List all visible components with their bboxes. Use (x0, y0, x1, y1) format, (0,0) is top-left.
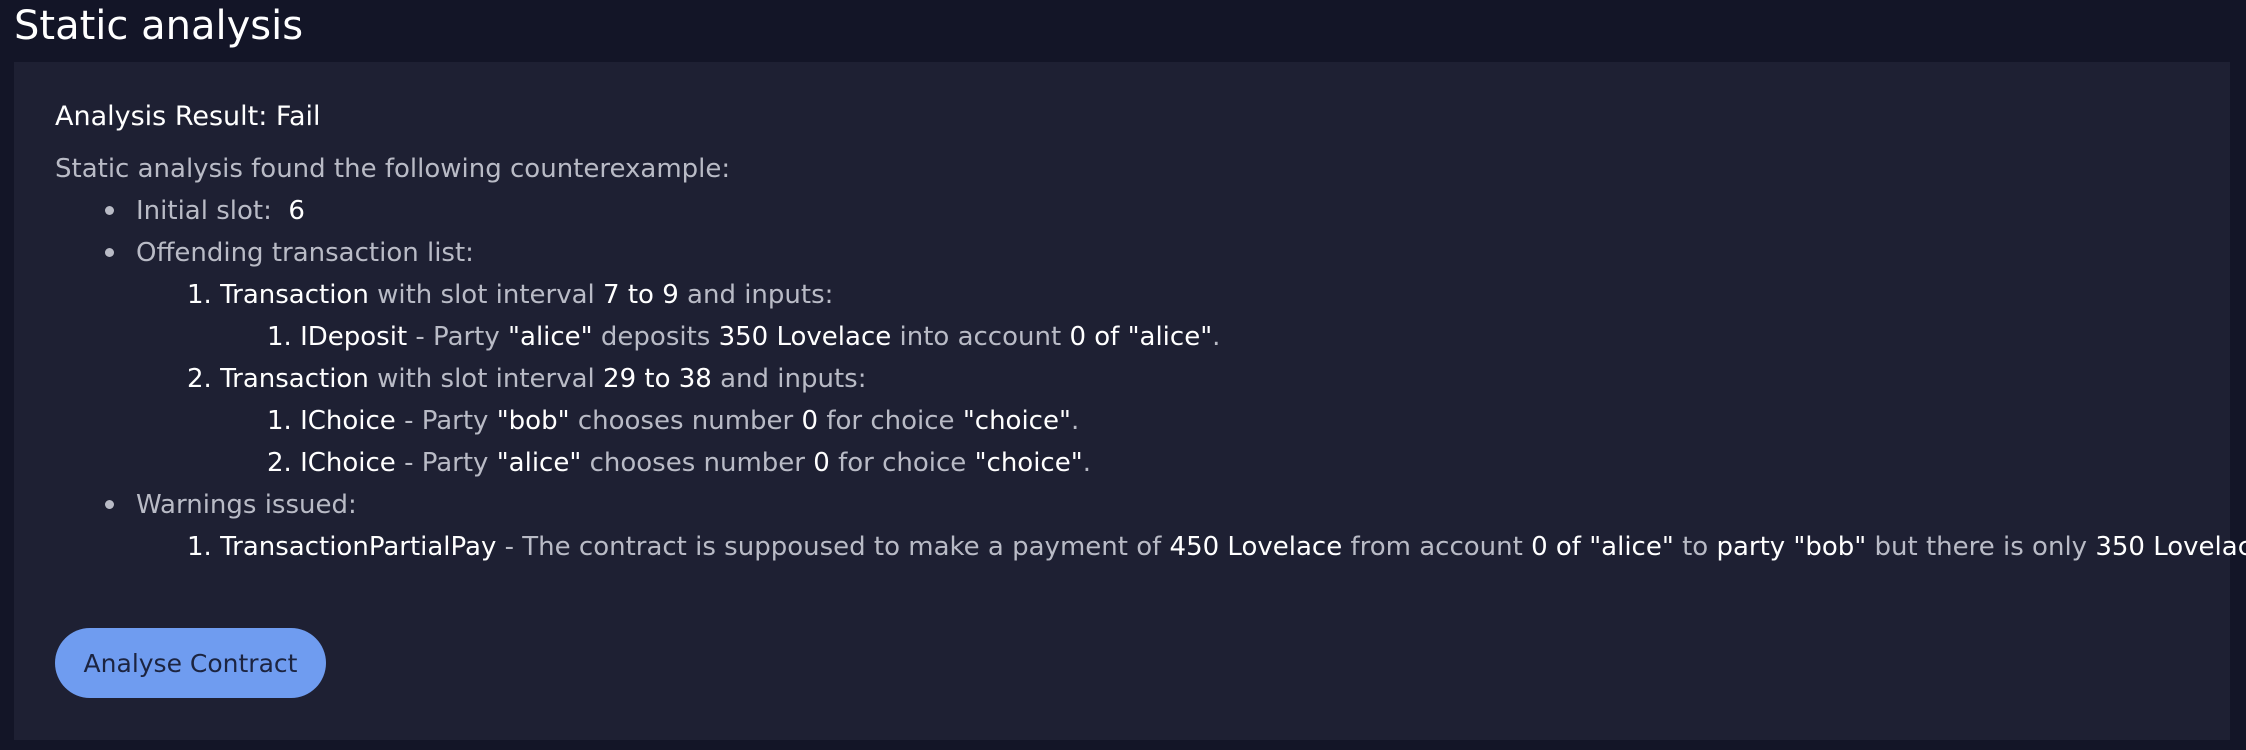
input-text: into account (899, 322, 1062, 352)
bullet-icon (105, 248, 114, 257)
input-amount: 350 Lovelace (718, 322, 892, 352)
input-account: 0 of "alice" (1069, 322, 1213, 352)
page-title: Static analysis (14, 3, 304, 49)
bullet-icon (105, 500, 114, 509)
page-header: Static analysis (0, 0, 2246, 62)
input-text: . (1212, 322, 1221, 352)
input-number: 2. (267, 448, 292, 478)
input-item: 2. IChoice - Party "alice" chooses numbe… (267, 446, 1091, 480)
warning-text: from account (1350, 532, 1523, 562)
transaction-text: with slot interval (377, 280, 595, 310)
transaction-name: Transaction (220, 280, 369, 310)
input-name: IDeposit (300, 322, 408, 352)
input-text: . (1070, 406, 1080, 436)
transaction-number: 2. (187, 364, 212, 394)
input-amount: 0 (813, 448, 830, 478)
input-text: deposits (600, 322, 711, 352)
input-text: . (1082, 448, 1091, 478)
input-text: for choice (838, 448, 967, 478)
warning-amount: 450 Lovelace (1169, 532, 1343, 562)
input-text: - Party (415, 322, 500, 352)
warning-text: - The contract is suppoused to make a pa… (504, 532, 1162, 562)
warnings-label: Warnings issued: (136, 490, 357, 520)
warning-item: 1. TransactionPartialPay - The contract … (187, 530, 2246, 564)
offending-transactions-label: Offending transaction list: (136, 238, 474, 268)
transaction-item: 2. Transaction with slot interval 29 to … (187, 362, 867, 396)
input-text: - Party (404, 406, 489, 436)
analysis-result-title: Analysis Result: Fail (55, 101, 321, 132)
input-amount: 0 (801, 406, 819, 436)
transaction-text: and inputs: (720, 364, 867, 394)
input-number: 1. (267, 322, 292, 352)
warning-text: but there is only (1874, 532, 2088, 562)
transaction-text: and inputs: (687, 280, 834, 310)
input-choice: "choice" (962, 406, 1071, 436)
bullet-icon (105, 206, 114, 215)
transaction-name: Transaction (220, 364, 369, 394)
input-text: - Party (404, 448, 489, 478)
input-item: 1. IDeposit - Party "alice" deposits 350… (267, 320, 1220, 354)
initial-slot: Initial slot: 6 (136, 194, 305, 228)
warning-available: 350 Lovelace (2095, 532, 2246, 562)
analysis-intro: Static analysis found the following coun… (55, 154, 731, 184)
input-choice: "choice" (974, 448, 1083, 478)
input-name: IChoice (300, 448, 396, 478)
warning-party: party "bob" (1716, 532, 1867, 562)
input-number: 1. (267, 406, 292, 436)
warning-text: to (1682, 532, 1709, 562)
transaction-number: 1. (187, 280, 212, 310)
initial-slot-label: Initial slot: (136, 196, 272, 226)
input-text: chooses number (589, 448, 805, 478)
analyse-contract-button[interactable]: Analyse Contract (55, 628, 326, 698)
transaction-item: 1. Transaction with slot interval 7 to 9… (187, 278, 833, 312)
warning-number: 1. (187, 532, 212, 562)
input-item: 1. IChoice - Party "bob" chooses number … (267, 404, 1079, 438)
input-party: "alice" (508, 322, 593, 352)
input-party: "alice" (496, 448, 582, 478)
input-name: IChoice (300, 406, 396, 436)
analysis-panel: Analysis Result: Fail Static analysis fo… (14, 62, 2246, 740)
initial-slot-value: 6 (288, 196, 305, 226)
input-party: "bob" (496, 406, 570, 436)
transaction-text: with slot interval (377, 364, 595, 394)
slot-interval: 7 to 9 (603, 280, 679, 310)
input-text: for choice (826, 406, 955, 436)
input-text: chooses number (577, 406, 794, 436)
slot-interval: 29 to 38 (603, 364, 712, 394)
warning-account: 0 of "alice" (1531, 532, 1674, 562)
warning-name: TransactionPartialPay (220, 532, 497, 562)
